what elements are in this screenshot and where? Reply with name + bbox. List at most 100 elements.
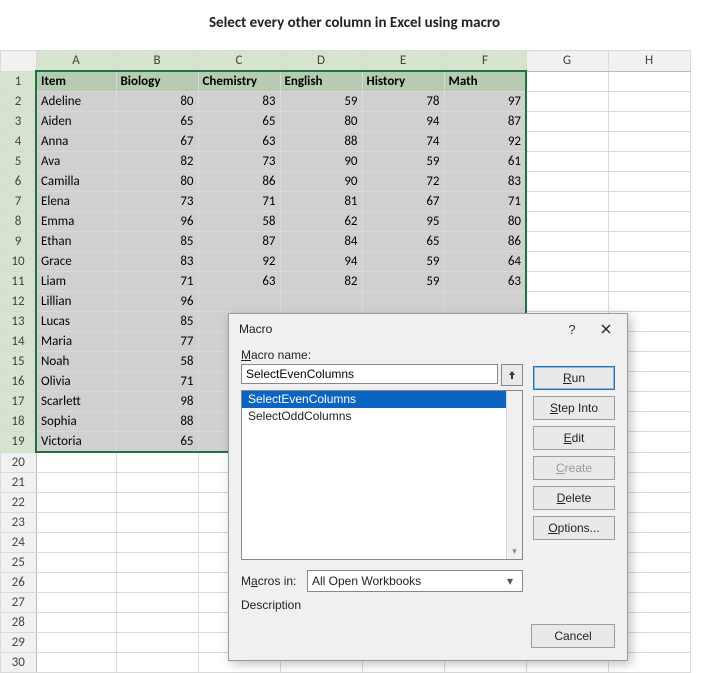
macro-list-item[interactable]: SelectEvenColumns: [242, 391, 507, 408]
column-header-F[interactable]: F: [444, 51, 526, 72]
cell[interactable]: [36, 613, 116, 633]
cell[interactable]: 64: [444, 252, 526, 272]
cell[interactable]: Liam: [36, 272, 116, 292]
cell[interactable]: 83: [198, 92, 280, 112]
macro-list[interactable]: SelectEvenColumnsSelectOddColumns ▾: [241, 390, 523, 560]
cell[interactable]: [116, 553, 198, 573]
close-button[interactable]: [589, 317, 623, 341]
cell[interactable]: 82: [280, 272, 362, 292]
cell[interactable]: 88: [280, 132, 362, 152]
step-into-button[interactable]: Step Into: [533, 396, 615, 420]
cell[interactable]: Ava: [36, 152, 116, 172]
cell[interactable]: [36, 533, 116, 553]
row-header[interactable]: 29: [1, 633, 37, 653]
help-button[interactable]: ?: [555, 317, 589, 341]
cell[interactable]: 88: [116, 412, 198, 432]
cell[interactable]: 74: [362, 132, 444, 152]
row-header[interactable]: 25: [1, 553, 37, 573]
macro-list-item[interactable]: SelectOddColumns: [242, 408, 507, 425]
row-header[interactable]: 8: [1, 212, 37, 232]
row-header[interactable]: 10: [1, 252, 37, 272]
cell[interactable]: Maria: [36, 332, 116, 352]
cell[interactable]: Math: [444, 71, 526, 92]
options-button[interactable]: Options...: [533, 516, 615, 540]
cell[interactable]: 94: [280, 252, 362, 272]
cell[interactable]: 96: [116, 292, 198, 312]
cell[interactable]: Adeline: [36, 92, 116, 112]
cell[interactable]: 63: [198, 132, 280, 152]
cell[interactable]: 81: [280, 192, 362, 212]
cell[interactable]: [116, 573, 198, 593]
cell[interactable]: 59: [362, 252, 444, 272]
cell[interactable]: [608, 132, 690, 152]
cell[interactable]: 73: [198, 152, 280, 172]
cell[interactable]: Lucas: [36, 312, 116, 332]
cell[interactable]: Aiden: [36, 112, 116, 132]
cell[interactable]: 80: [444, 212, 526, 232]
cell[interactable]: 92: [444, 132, 526, 152]
row-header[interactable]: 17: [1, 392, 37, 412]
row-header[interactable]: 15: [1, 352, 37, 372]
cell[interactable]: 94: [362, 112, 444, 132]
cell[interactable]: [36, 553, 116, 573]
cell[interactable]: 58: [116, 352, 198, 372]
cell[interactable]: [36, 593, 116, 613]
cell[interactable]: [608, 292, 690, 312]
dialog-titlebar[interactable]: Macro ?: [229, 314, 627, 344]
cell[interactable]: Item: [36, 71, 116, 92]
cell[interactable]: 59: [362, 152, 444, 172]
macros-in-select[interactable]: All Open Workbooks ▾: [307, 570, 523, 592]
row-header[interactable]: 23: [1, 513, 37, 533]
cell[interactable]: [36, 473, 116, 493]
cell[interactable]: Noah: [36, 352, 116, 372]
reference-button[interactable]: [501, 364, 523, 386]
scroll-down-icon[interactable]: ▾: [507, 544, 522, 559]
cell[interactable]: 62: [280, 212, 362, 232]
cell[interactable]: History: [362, 71, 444, 92]
cell[interactable]: 96: [116, 212, 198, 232]
delete-button[interactable]: Delete: [533, 486, 615, 510]
select-all-corner[interactable]: [1, 51, 37, 72]
cell[interactable]: 77: [116, 332, 198, 352]
column-header-D[interactable]: D: [280, 51, 362, 72]
cell[interactable]: Elena: [36, 192, 116, 212]
cell[interactable]: 63: [198, 272, 280, 292]
cell[interactable]: 71: [116, 372, 198, 392]
cell[interactable]: 86: [198, 172, 280, 192]
cell[interactable]: [608, 92, 690, 112]
cell[interactable]: Olivia: [36, 372, 116, 392]
cell[interactable]: [36, 653, 116, 673]
cell[interactable]: [608, 252, 690, 272]
cell[interactable]: Ethan: [36, 232, 116, 252]
row-header[interactable]: 20: [1, 452, 37, 473]
edit-button[interactable]: Edit: [533, 426, 615, 450]
cell[interactable]: [526, 292, 608, 312]
cell[interactable]: 58: [198, 212, 280, 232]
cell[interactable]: 72: [362, 172, 444, 192]
cell[interactable]: [116, 493, 198, 513]
cell[interactable]: English: [280, 71, 362, 92]
cell[interactable]: [608, 212, 690, 232]
macro-name-input[interactable]: [241, 364, 498, 384]
cell[interactable]: 65: [116, 112, 198, 132]
cell[interactable]: Sophia: [36, 412, 116, 432]
scrollbar[interactable]: ▾: [506, 391, 522, 559]
column-header-H[interactable]: H: [608, 51, 690, 72]
cell[interactable]: 73: [116, 192, 198, 212]
row-header[interactable]: 4: [1, 132, 37, 152]
cell[interactable]: Emma: [36, 212, 116, 232]
cell[interactable]: 84: [280, 232, 362, 252]
cell[interactable]: [362, 292, 444, 312]
cell[interactable]: 85: [116, 312, 198, 332]
row-header[interactable]: 3: [1, 112, 37, 132]
row-header[interactable]: 22: [1, 493, 37, 513]
row-header[interactable]: 24: [1, 533, 37, 553]
cell[interactable]: [608, 71, 690, 92]
row-header[interactable]: 14: [1, 332, 37, 352]
cell[interactable]: 65: [116, 432, 198, 453]
cell[interactable]: [36, 573, 116, 593]
cell[interactable]: [526, 232, 608, 252]
cell[interactable]: [116, 613, 198, 633]
row-header[interactable]: 6: [1, 172, 37, 192]
cell[interactable]: 82: [116, 152, 198, 172]
